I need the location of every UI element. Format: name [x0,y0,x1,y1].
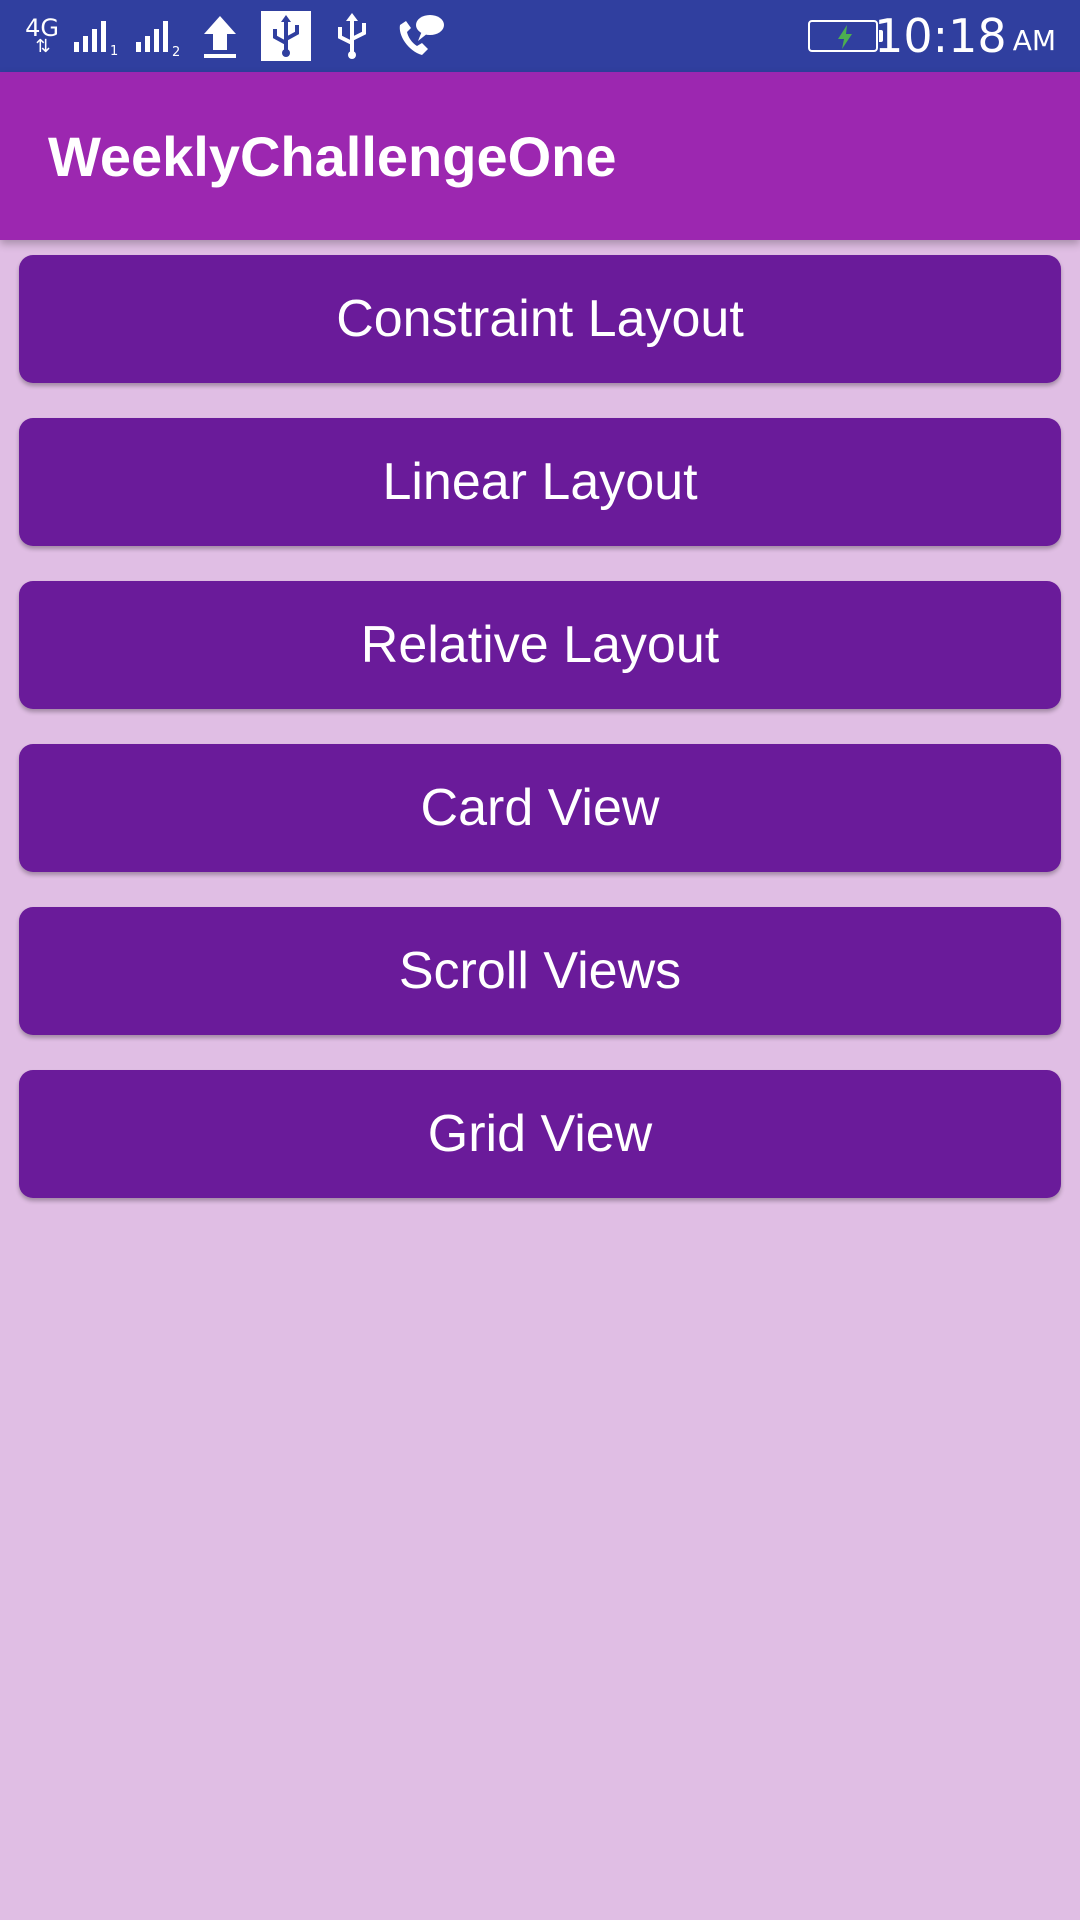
signal-sim1-icon: 1 [72,0,120,72]
app-bar: WeeklyChallengeOne [0,72,1080,240]
card-view-button[interactable]: Card View [19,744,1061,872]
call-message-icon [392,0,446,72]
4g-data-icon: 4G ⇅ [25,14,59,57]
scroll-views-button[interactable]: Scroll Views [19,907,1061,1035]
layout-button-list: Constraint Layout Linear Layout Relative… [19,255,1061,1233]
app-title: WeeklyChallengeOne [48,124,617,188]
status-bar: 4G ⇅ 1 2 10:18 AM [0,0,1080,72]
usb-icon [328,0,376,72]
svg-text:1: 1 [110,44,118,56]
usb-debug-icon [260,0,312,72]
battery-charging-icon [808,20,883,52]
upload-icon [198,0,242,72]
constraint-layout-button[interactable]: Constraint Layout [19,255,1061,383]
main-content: Constraint Layout Linear Layout Relative… [0,240,1080,1920]
clock-ampm: AM [1012,23,1056,57]
clock-time: 10:18 [874,9,1007,63]
clock: 10:18 AM [874,0,1056,72]
relative-layout-button[interactable]: Relative Layout [19,581,1061,709]
signal-sim2-icon: 2 [134,0,184,72]
grid-view-button[interactable]: Grid View [19,1070,1061,1198]
linear-layout-button[interactable]: Linear Layout [19,418,1061,546]
svg-text:2: 2 [172,45,180,56]
